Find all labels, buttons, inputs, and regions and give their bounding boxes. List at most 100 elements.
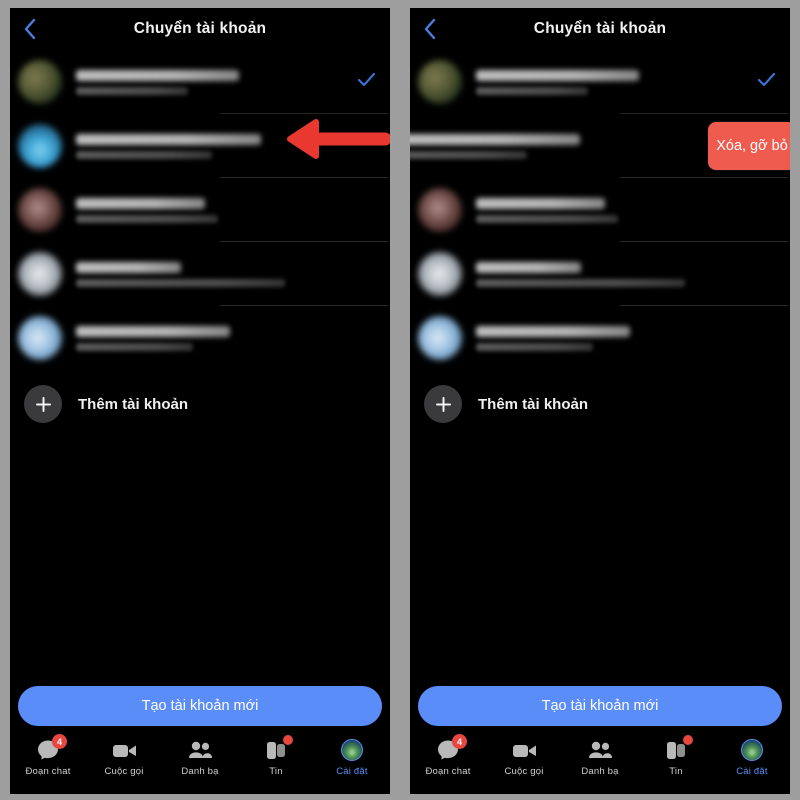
account-meta xyxy=(410,133,714,159)
header-left: Chuyển tài khoản xyxy=(10,8,390,50)
account-meta xyxy=(476,69,757,95)
account-row-swiped[interactable]: Xóa, gỡ bỏ xyxy=(410,114,790,178)
chevron-left-icon xyxy=(423,18,436,40)
account-subtitle-redacted xyxy=(476,86,589,95)
account-row[interactable] xyxy=(410,242,790,306)
stories-icon xyxy=(263,735,293,762)
account-subtitle-redacted xyxy=(76,150,212,159)
settings-avatar xyxy=(741,739,763,761)
add-account-button[interactable]: Thêm tài khoản xyxy=(10,376,390,432)
plus-icon xyxy=(424,385,462,423)
account-meta xyxy=(476,325,784,351)
avatar xyxy=(18,124,62,168)
selected-check xyxy=(757,72,776,92)
account-meta xyxy=(76,133,384,159)
settings-avatar xyxy=(341,739,363,761)
stories-icon xyxy=(663,735,693,762)
account-name-redacted xyxy=(410,133,581,145)
bottom-nav-left: 4 Đoạn chat Cuộc gọi Danh bạ Tin Cài đặt xyxy=(10,734,390,794)
video-camera-icon xyxy=(111,738,137,762)
create-account-button[interactable]: Tạo tài khoản mới xyxy=(18,686,382,726)
check-icon xyxy=(357,72,376,92)
nav-dot-stories xyxy=(283,735,293,745)
account-row[interactable] xyxy=(410,178,790,242)
nav-badge-chats: 4 xyxy=(52,734,67,749)
avatar-icon xyxy=(339,738,365,762)
people-icon xyxy=(187,738,213,762)
add-account-label: Thêm tài khoản xyxy=(78,395,189,413)
account-name-redacted xyxy=(476,325,630,337)
account-name-redacted xyxy=(76,69,239,81)
create-account-button[interactable]: Tạo tài khoản mới xyxy=(418,686,782,726)
nav-item-calls[interactable]: Cuộc gọi xyxy=(486,738,562,777)
account-meta xyxy=(76,69,357,95)
add-account-button[interactable]: Thêm tài khoản xyxy=(410,376,790,432)
check-icon xyxy=(757,72,776,92)
account-name-redacted xyxy=(476,197,606,209)
nav-item-contacts[interactable]: Danh bạ xyxy=(162,738,238,777)
nav-item-settings[interactable]: Cài đặt xyxy=(714,738,790,777)
back-button[interactable] xyxy=(16,16,42,42)
chevron-left-icon xyxy=(23,18,36,40)
nav-label-stories: Tin xyxy=(669,766,683,777)
account-name-redacted xyxy=(76,325,230,337)
account-row[interactable] xyxy=(410,306,790,370)
account-row[interactable] xyxy=(410,50,790,114)
account-row[interactable] xyxy=(10,306,390,370)
nav-label-chats: Đoạn chat xyxy=(25,766,71,777)
avatar xyxy=(18,252,62,296)
people-icon xyxy=(587,738,613,762)
account-subtitle-redacted xyxy=(476,342,594,351)
avatar xyxy=(418,316,462,360)
bottom-area-left: Tạo tài khoản mới 4 Đoạn chat Cuộc gọi D… xyxy=(10,686,390,794)
account-row[interactable] xyxy=(10,178,390,242)
avatar xyxy=(18,316,62,360)
swiped-row-content xyxy=(410,114,714,178)
nav-item-stories[interactable]: Tin xyxy=(238,735,314,777)
page-title: Chuyển tài khoản xyxy=(533,20,667,37)
delete-remove-button[interactable]: Xóa, gỡ bỏ xyxy=(708,122,790,170)
account-meta xyxy=(476,261,784,287)
header-right: Chuyển tài khoản xyxy=(410,8,790,50)
nav-item-stories[interactable]: Tin xyxy=(638,735,714,777)
nav-label-settings: Cài đặt xyxy=(336,766,368,777)
account-subtitle-redacted xyxy=(76,278,286,287)
account-row[interactable] xyxy=(10,114,390,178)
screenshot-stage: Chuyển tài khoản Thêm tài khoản Tạo tài … xyxy=(0,0,800,800)
account-name-redacted xyxy=(76,197,206,209)
avatar xyxy=(418,60,462,104)
nav-label-calls: Cuộc gọi xyxy=(504,766,544,777)
account-subtitle-redacted xyxy=(76,214,218,223)
account-name-redacted xyxy=(76,261,181,273)
account-subtitle-redacted xyxy=(76,342,194,351)
bottom-area-right: Tạo tài khoản mới 4 Đoạn chat Cuộc gọi D… xyxy=(410,686,790,794)
chat-bubble-icon: 4 xyxy=(435,734,467,762)
add-account-label: Thêm tài khoản xyxy=(478,395,589,413)
account-list-right: Xóa, gỡ bỏ xyxy=(410,50,790,370)
account-meta xyxy=(76,261,384,287)
account-meta xyxy=(76,325,384,351)
nav-item-chats[interactable]: 4 Đoạn chat xyxy=(10,734,86,777)
account-subtitle-redacted xyxy=(476,214,618,223)
video-camera-icon xyxy=(511,738,537,762)
nav-label-calls: Cuộc gọi xyxy=(104,766,144,777)
nav-label-chats: Đoạn chat xyxy=(425,766,471,777)
avatar-icon xyxy=(739,738,765,762)
account-row[interactable] xyxy=(10,50,390,114)
nav-item-chats[interactable]: 4 Đoạn chat xyxy=(410,734,486,777)
account-subtitle-redacted xyxy=(76,86,189,95)
account-name-redacted xyxy=(76,133,261,145)
nav-label-contacts: Danh bạ xyxy=(581,766,619,777)
nav-item-contacts[interactable]: Danh bạ xyxy=(562,738,638,777)
account-row[interactable] xyxy=(10,242,390,306)
back-button[interactable] xyxy=(416,16,442,42)
phone-panel-right: Chuyển tài khoản Xóa, gỡ bỏ Thêm tài kho… xyxy=(400,0,800,800)
avatar xyxy=(18,60,62,104)
nav-item-calls[interactable]: Cuộc gọi xyxy=(86,738,162,777)
nav-item-settings[interactable]: Cài đặt xyxy=(314,738,390,777)
bottom-nav-right: 4 Đoạn chat Cuộc gọi Danh bạ Tin Cài đặt xyxy=(410,734,790,794)
nav-label-settings: Cài đặt xyxy=(736,766,768,777)
account-meta xyxy=(476,197,784,223)
account-meta xyxy=(76,197,384,223)
chat-bubble-icon: 4 xyxy=(35,734,67,762)
